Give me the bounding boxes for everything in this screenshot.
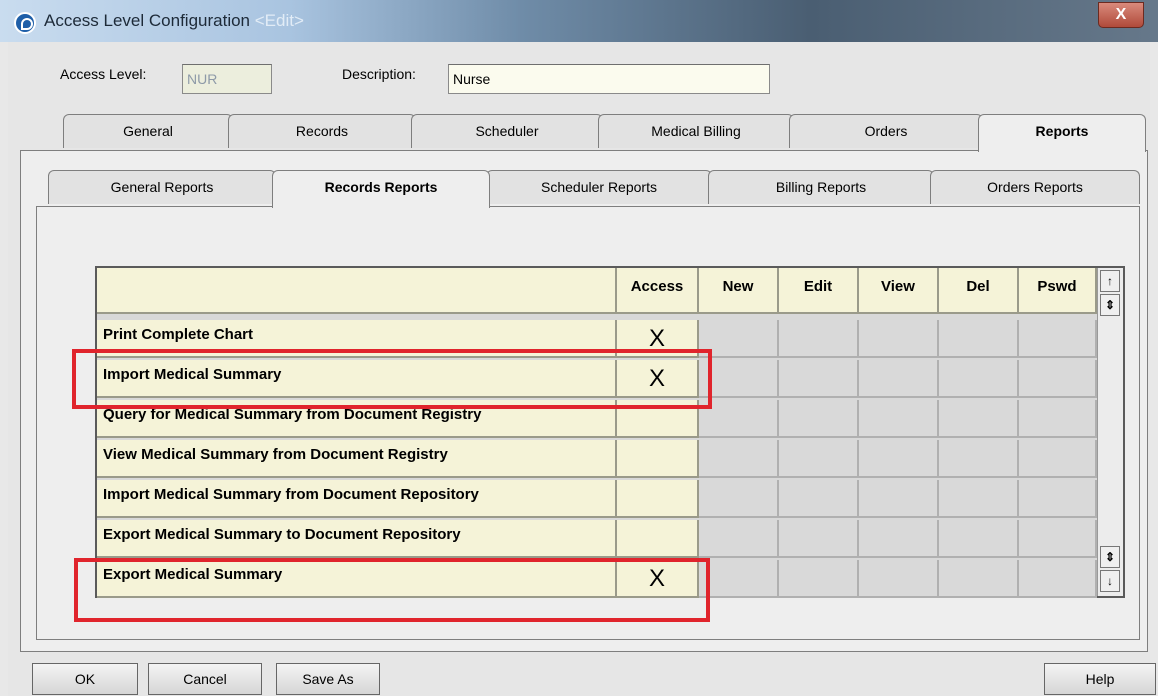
column-header-new: New: [699, 268, 779, 314]
new-checkbox-import-from-repository[interactable]: [699, 480, 779, 518]
app-logo-icon: [14, 12, 36, 34]
pswd-checkbox-view-medical-summary[interactable]: [1019, 440, 1097, 478]
new-checkbox-export-medical-summary[interactable]: [699, 560, 779, 598]
pswd-checkbox-export-to-repository[interactable]: [1019, 520, 1097, 558]
window-title-text: Access Level Configuration: [44, 11, 251, 30]
tab-scheduler-reports[interactable]: Scheduler Reports: [486, 170, 712, 204]
edit-checkbox-import-from-repository[interactable]: [779, 480, 859, 518]
description-label: Description:: [342, 66, 416, 82]
view-checkbox-export-to-repository[interactable]: [859, 520, 939, 558]
view-checkbox-import-from-repository[interactable]: [859, 480, 939, 518]
edit-checkbox-export-medical-summary[interactable]: [779, 560, 859, 598]
window-title: Access Level Configuration <Edit>: [44, 11, 304, 31]
save-as-button[interactable]: Save As: [276, 663, 380, 695]
scroll-bottom-arrow-icon[interactable]: ↓: [1100, 570, 1120, 592]
pswd-checkbox-export-medical-summary[interactable]: [1019, 560, 1097, 598]
view-checkbox-print-complete-chart[interactable]: [859, 320, 939, 358]
edit-checkbox-view-medical-summary[interactable]: [779, 440, 859, 478]
tab-scheduler-reports-label: Scheduler Reports: [541, 179, 657, 195]
edit-checkbox-import-medical-summary[interactable]: [779, 360, 859, 398]
edit-checkbox-query-medical-summary[interactable]: [779, 400, 859, 438]
permissions-grid: Access New Edit View Del Pswd Print Comp…: [95, 266, 1125, 598]
scroll-page-down-icon[interactable]: ⇕: [1100, 546, 1120, 568]
pswd-checkbox-query-medical-summary[interactable]: [1019, 400, 1097, 438]
tab-orders-reports[interactable]: Orders Reports: [930, 170, 1140, 204]
row-name-view-medical-summary: View Medical Summary from Document Regis…: [97, 440, 617, 478]
access-checkbox-import-from-repository[interactable]: [617, 480, 699, 518]
close-icon[interactable]: X: [1098, 2, 1144, 28]
highlight-box-export-medical-summary: [74, 558, 710, 622]
tab-general-label: General: [123, 123, 173, 139]
view-checkbox-import-medical-summary[interactable]: [859, 360, 939, 398]
tab-records-reports-label: Records Reports: [324, 179, 438, 195]
column-header-view: View: [859, 268, 939, 314]
cancel-button[interactable]: Cancel: [148, 663, 262, 695]
scroll-top-arrow-icon[interactable]: ↑: [1100, 270, 1120, 292]
tab-general[interactable]: General: [63, 114, 233, 148]
tab-general-reports-label: General Reports: [110, 179, 214, 195]
ok-button[interactable]: OK: [32, 663, 138, 695]
del-checkbox-print-complete-chart[interactable]: [939, 320, 1019, 358]
edit-checkbox-export-to-repository[interactable]: [779, 520, 859, 558]
access-level-label: Access Level:: [60, 66, 147, 82]
view-checkbox-query-medical-summary[interactable]: [859, 400, 939, 438]
scroll-page-up-icon[interactable]: ⇕: [1100, 294, 1120, 316]
new-checkbox-export-to-repository[interactable]: [699, 520, 779, 558]
del-checkbox-import-medical-summary[interactable]: [939, 360, 1019, 398]
tab-records-label: Records: [295, 123, 349, 139]
access-checkbox-view-medical-summary[interactable]: [617, 440, 699, 478]
tab-general-reports[interactable]: General Reports: [48, 170, 276, 204]
column-header-access: Access: [617, 268, 699, 314]
tab-reports[interactable]: Reports: [978, 114, 1146, 152]
tab-scheduler[interactable]: Scheduler: [411, 114, 603, 148]
tab-reports-label: Reports: [1035, 123, 1089, 139]
tab-orders-label: Orders: [864, 123, 908, 139]
tab-orders-reports-label: Orders Reports: [987, 179, 1083, 195]
tab-records-reports[interactable]: Records Reports: [272, 170, 490, 208]
tab-billing-reports[interactable]: Billing Reports: [708, 170, 934, 204]
pswd-checkbox-import-from-repository[interactable]: [1019, 480, 1097, 518]
del-checkbox-query-medical-summary[interactable]: [939, 400, 1019, 438]
row-name-export-to-repository: Export Medical Summary to Document Repos…: [97, 520, 617, 558]
del-checkbox-export-medical-summary[interactable]: [939, 560, 1019, 598]
column-header-edit: Edit: [779, 268, 859, 314]
tab-medical-billing[interactable]: Medical Billing: [598, 114, 794, 148]
tab-scheduler-label: Scheduler: [475, 123, 539, 139]
new-checkbox-view-medical-summary[interactable]: [699, 440, 779, 478]
row-name-import-from-repository: Import Medical Summary from Document Rep…: [97, 480, 617, 518]
tab-records[interactable]: Records: [228, 114, 416, 148]
dialog-body: Access Level: NUR Description: Nurse Gen…: [8, 42, 1150, 696]
title-bar: Access Level Configuration <Edit> X: [0, 0, 1158, 42]
del-checkbox-view-medical-summary[interactable]: [939, 440, 1019, 478]
grid-corner-header: [97, 268, 617, 314]
description-field[interactable]: Nurse: [448, 64, 770, 94]
pswd-checkbox-import-medical-summary[interactable]: [1019, 360, 1097, 398]
vertical-scrollbar[interactable]: ↑ ⇕ ⇕ ↓: [1097, 268, 1123, 596]
view-checkbox-export-medical-summary[interactable]: [859, 560, 939, 598]
access-level-field[interactable]: NUR: [182, 64, 272, 94]
column-header-del: Del: [939, 268, 1019, 314]
del-checkbox-export-to-repository[interactable]: [939, 520, 1019, 558]
view-checkbox-view-medical-summary[interactable]: [859, 440, 939, 478]
edit-checkbox-print-complete-chart[interactable]: [779, 320, 859, 358]
window-title-mode: <Edit>: [254, 11, 304, 30]
tab-billing-reports-label: Billing Reports: [775, 179, 867, 195]
access-checkbox-export-to-repository[interactable]: [617, 520, 699, 558]
column-header-pswd: Pswd: [1019, 268, 1097, 314]
tab-orders[interactable]: Orders: [789, 114, 983, 148]
help-button[interactable]: Help: [1044, 663, 1156, 695]
tab-medical-billing-label: Medical Billing: [651, 123, 741, 139]
del-checkbox-import-from-repository[interactable]: [939, 480, 1019, 518]
pswd-checkbox-print-complete-chart[interactable]: [1019, 320, 1097, 358]
highlight-box-import-medical-summary: [72, 349, 712, 409]
